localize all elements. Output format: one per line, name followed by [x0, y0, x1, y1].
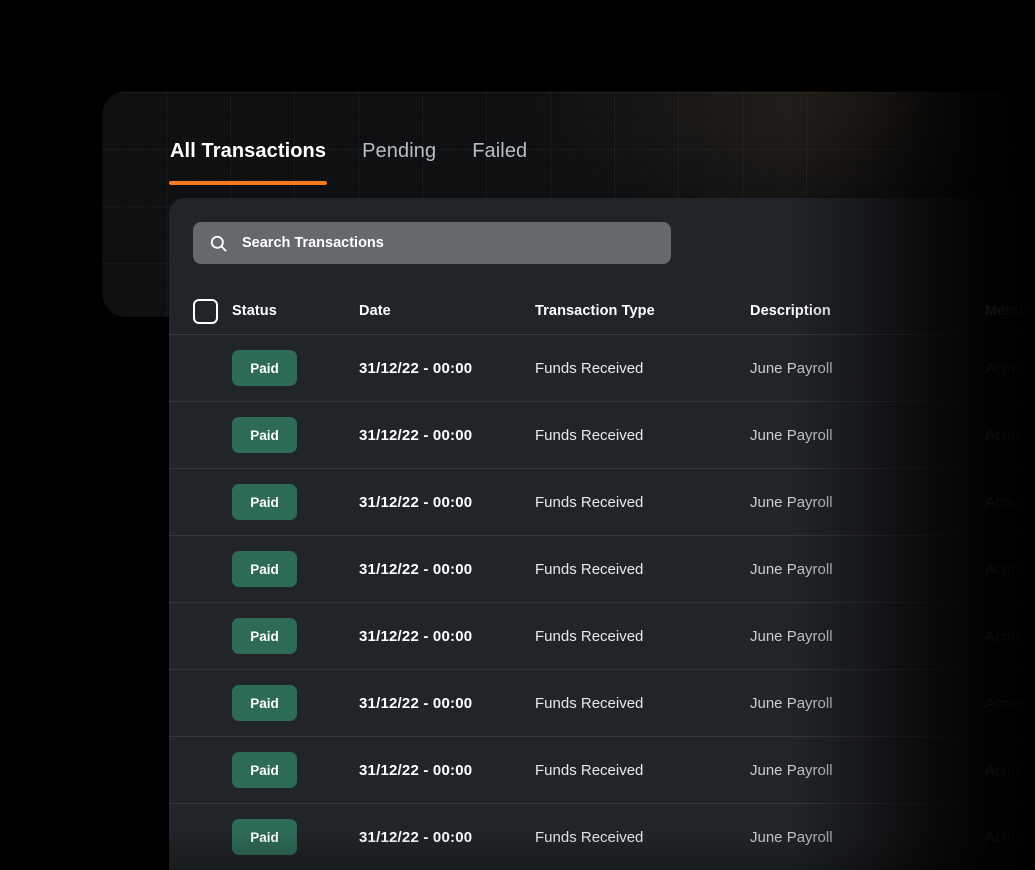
- table-row[interactable]: Paid 31/12/22 - 00:00 Funds Received June P…: [169, 670, 1035, 737]
- row-description-cell: June Payroll: [750, 627, 833, 645]
- row-transaction-type-cell: Funds Received: [535, 359, 644, 377]
- row-description-cell: June Payroll: [750, 761, 833, 779]
- status-badge: Paid: [232, 551, 297, 587]
- column-header-merchant[interactable]: Merchant: [985, 303, 1035, 319]
- search-input[interactable]: [242, 235, 655, 251]
- row-status-cell: Paid: [232, 752, 359, 788]
- search-container: [169, 198, 1035, 264]
- row-transaction-type-cell: Funds Received: [535, 426, 644, 444]
- table-row[interactable]: Paid 31/12/22 - 00:00 Funds Received June P…: [169, 536, 1035, 603]
- row-description-cell: June Payroll: [750, 493, 833, 511]
- status-badge: Paid: [232, 350, 297, 386]
- row-transaction-type-cell: Funds Received: [535, 828, 644, 846]
- row-date-cell: 31/12/22 - 00:00: [359, 426, 473, 444]
- row-merchant-cell: Acme: [985, 627, 1024, 645]
- row-status-cell: Paid: [232, 618, 359, 654]
- tab-all-transactions[interactable]: All Transactions: [169, 140, 328, 185]
- row-transaction-type-cell: Funds Received: [535, 627, 644, 645]
- row-status-cell: Paid: [232, 484, 359, 520]
- transactions-table: Status Date Transaction Type Description…: [169, 288, 1035, 870]
- status-badge: Paid: [232, 752, 297, 788]
- row-description-cell: June Payroll: [750, 426, 833, 444]
- transaction-tabs: All Transactions Pending Failed: [169, 140, 528, 185]
- row-transaction-type-cell: Funds Received: [535, 493, 644, 511]
- status-badge: Paid: [232, 685, 297, 721]
- table-row[interactable]: Paid 31/12/22 - 00:00 Funds Received June P…: [169, 469, 1035, 536]
- tab-all-transactions-label: All Transactions: [170, 140, 327, 162]
- row-status-cell: Paid: [232, 417, 359, 453]
- status-badge: Paid: [232, 484, 297, 520]
- row-merchant-cell: Acme: [985, 694, 1024, 712]
- row-transaction-type-cell: Funds Received: [535, 560, 644, 578]
- table-row[interactable]: Paid 31/12/22 - 00:00 Funds Received June P…: [169, 804, 1035, 870]
- status-badge: Paid: [232, 819, 297, 855]
- row-description-cell: June Payroll: [750, 828, 833, 846]
- row-merchant-cell: Acme: [985, 359, 1024, 377]
- tab-pending-label: Pending: [362, 140, 437, 162]
- row-status-cell: Paid: [232, 551, 359, 587]
- row-date-cell: 31/12/22 - 00:00: [359, 493, 473, 511]
- table-row[interactable]: Paid 31/12/22 - 00:00 Funds Received June P…: [169, 335, 1035, 402]
- column-header-status[interactable]: Status: [232, 303, 359, 319]
- search-icon: [209, 234, 228, 253]
- row-date-cell: 31/12/22 - 00:00: [359, 761, 473, 779]
- row-description-cell: June Payroll: [750, 359, 833, 377]
- column-header-description[interactable]: Description: [750, 303, 985, 319]
- tab-failed-label: Failed: [472, 140, 528, 162]
- row-transaction-type-cell: Funds Received: [535, 761, 644, 779]
- row-date-cell: 31/12/22 - 00:00: [359, 828, 473, 846]
- table-header-row: Status Date Transaction Type Description…: [169, 288, 1035, 335]
- row-description-cell: June Payroll: [750, 694, 833, 712]
- status-badge: Paid: [232, 618, 297, 654]
- tab-pending[interactable]: Pending: [361, 140, 437, 185]
- table-row[interactable]: Paid 31/12/22 - 00:00 Funds Received June P…: [169, 603, 1035, 670]
- status-badge: Paid: [232, 417, 297, 453]
- transactions-panel: Status Date Transaction Type Description…: [169, 198, 1035, 870]
- row-date-cell: 31/12/22 - 00:00: [359, 694, 473, 712]
- row-date-cell: 31/12/22 - 00:00: [359, 627, 473, 645]
- column-header-date[interactable]: Date: [359, 303, 535, 319]
- row-merchant-cell: Acme: [985, 761, 1024, 779]
- tab-failed[interactable]: Failed: [471, 140, 528, 185]
- row-merchant-cell: Acme: [985, 493, 1024, 511]
- column-header-transaction-type[interactable]: Transaction Type: [535, 303, 750, 319]
- row-date-cell: 31/12/22 - 00:00: [359, 560, 473, 578]
- row-description-cell: June Payroll: [750, 560, 833, 578]
- row-status-cell: Paid: [232, 685, 359, 721]
- select-all-cell: [193, 298, 232, 324]
- row-merchant-cell: Acme: [985, 828, 1024, 846]
- search-box[interactable]: [193, 222, 671, 264]
- row-transaction-type-cell: Funds Received: [535, 694, 644, 712]
- table-row[interactable]: Paid 31/12/22 - 00:00 Funds Received June P…: [169, 737, 1035, 804]
- row-merchant-cell: Acme: [985, 426, 1024, 444]
- table-body: Paid 31/12/22 - 00:00 Funds Received June P…: [169, 335, 1035, 870]
- table-row[interactable]: Paid 31/12/22 - 00:00 Funds Received June P…: [169, 402, 1035, 469]
- row-merchant-cell: Acme: [985, 560, 1024, 578]
- row-date-cell: 31/12/22 - 00:00: [359, 359, 473, 377]
- row-status-cell: Paid: [232, 819, 359, 855]
- select-all-checkbox[interactable]: [193, 298, 218, 324]
- screenshot-root: All Transactions Pending Failed Search T…: [0, 0, 1035, 870]
- row-status-cell: Paid: [232, 350, 359, 386]
